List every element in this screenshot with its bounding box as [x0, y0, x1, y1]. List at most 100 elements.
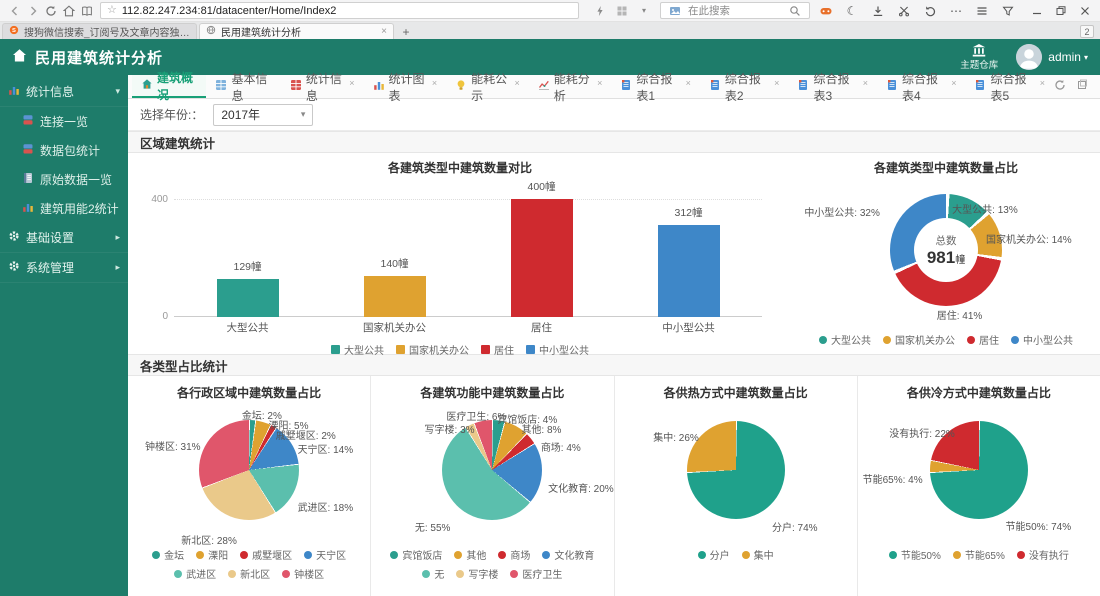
year-select[interactable]: 2017年 ▾ [213, 104, 313, 126]
refresh-icon[interactable] [1054, 79, 1066, 94]
tab-close-icon[interactable]: × [863, 78, 868, 88]
tab-close-icon[interactable]: × [1040, 78, 1045, 88]
legend-item[interactable]: 无 [422, 566, 444, 581]
browser-search-box[interactable]: 在此搜索 [660, 2, 810, 19]
pie-graphic[interactable] [687, 421, 785, 519]
tab-基本信息[interactable]: 基本信息 [206, 75, 280, 98]
building-type-bar-chart[interactable]: 各建筑类型中建筑数量对比 400 0129幢 140幢 400幢 312幢 大型… [128, 153, 792, 354]
legend-item[interactable]: 居住 [967, 332, 999, 347]
address-bar[interactable]: ☆ 112.82.247.234:81/datacenter/Home/Inde… [100, 2, 579, 19]
legend-item[interactable]: 金坛 [152, 547, 184, 562]
heating-pie-chart[interactable]: 各供热方式中建筑数量占比分户: 74%集中: 26% 分户 集中 [615, 376, 858, 596]
theme-repo-button[interactable]: 主题仓库 [960, 43, 998, 72]
new-tab-button[interactable]: + [396, 24, 416, 39]
legend-item[interactable]: 节能50% [889, 547, 941, 562]
bar-中小型公共[interactable] [658, 225, 720, 317]
user-menu[interactable]: admin ▾ [1048, 50, 1088, 64]
menu-icon[interactable] [973, 2, 991, 20]
tab-close-icon[interactable]: × [686, 78, 691, 88]
sidebar-item-统计信息[interactable]: 统计信息 ▾ [0, 77, 128, 107]
legend-item[interactable]: 医疗卫生 [510, 566, 562, 581]
legend-item[interactable]: 其他 [454, 547, 486, 562]
tab-建筑概况[interactable]: 建筑概况 [132, 75, 206, 98]
tab-综合报表2[interactable]: 综合报表2× [700, 75, 789, 98]
tab-能耗分析[interactable]: 能耗分析× [529, 75, 612, 98]
legend-item[interactable]: 武进区 [174, 566, 216, 581]
restore-button[interactable] [1052, 2, 1070, 20]
sidebar-item-数据包统计[interactable]: 数据包统计 [0, 136, 128, 165]
tab-综合报表3[interactable]: 综合报表3× [788, 75, 877, 98]
sidebar-item-连接一览[interactable]: 连接一览 [0, 107, 128, 136]
close-button[interactable] [1076, 2, 1094, 20]
sidebar-item-基础设置[interactable]: 基础设置 ▸ [0, 223, 128, 253]
undo-icon[interactable] [921, 2, 939, 20]
legend-item[interactable]: 居住 [481, 342, 514, 357]
reading-list-icon[interactable] [78, 2, 96, 20]
legend-item[interactable]: 大型公共 [331, 342, 384, 357]
tab-close-icon[interactable]: × [381, 26, 387, 37]
legend-item[interactable]: 钟楼区 [282, 566, 324, 581]
tab-统计信息[interactable]: 统计信息× [281, 75, 364, 98]
back-icon[interactable] [6, 2, 24, 20]
tab-综合报表1[interactable]: 综合报表1× [611, 75, 700, 98]
app-home-icon[interactable] [12, 48, 27, 66]
minimize-button[interactable] [1028, 2, 1046, 20]
bar-大型公共[interactable] [217, 279, 279, 317]
compat-icon[interactable] [613, 2, 631, 20]
legend-item[interactable]: 节能65% [953, 547, 1005, 562]
sidebar-item-系统管理[interactable]: 系统管理 ▸ [0, 253, 128, 283]
search-icon[interactable] [786, 2, 804, 20]
tab-综合报表4[interactable]: 综合报表4× [877, 75, 966, 98]
cooling-pie-chart[interactable]: 各供冷方式中建筑数量占比节能50%: 74%节能65%: 4%没有执行: 22%… [858, 376, 1100, 596]
legend-item[interactable]: 新北区 [228, 566, 270, 581]
sidebar-item-原始数据一览[interactable]: 原始数据一览 [0, 165, 128, 194]
home-icon[interactable] [60, 2, 78, 20]
bookmark-star-icon[interactable]: ☆ [107, 5, 117, 16]
legend-item[interactable]: 国家机关办公 [396, 342, 469, 357]
browser-tab[interactable]: S 搜狗微信搜索_订阅号及文章内容独家... [2, 23, 197, 39]
user-avatar[interactable] [1016, 44, 1042, 70]
chevron-down-icon[interactable]: ▾ [635, 2, 653, 20]
legend-item[interactable]: 中小型公共 [526, 342, 589, 357]
tab-close-icon[interactable]: × [432, 78, 437, 88]
sidebar-counter-badge[interactable]: 2 [1080, 25, 1094, 38]
forward-icon[interactable] [24, 2, 42, 20]
tab-close-icon[interactable]: × [774, 78, 779, 88]
fullscreen-icon[interactable] [1076, 79, 1088, 94]
tab-能耗公示[interactable]: 能耗公示× [446, 75, 529, 98]
tab-close-icon[interactable]: × [597, 78, 602, 88]
legend-item[interactable]: 分户 [698, 547, 730, 562]
legend-item[interactable]: 中小型公共 [1011, 332, 1073, 347]
tab-close-icon[interactable]: × [349, 78, 354, 88]
tab-close-icon[interactable]: × [515, 78, 520, 88]
legend-item[interactable]: 文化教育 [542, 547, 594, 562]
legend-item[interactable]: 没有执行 [1017, 547, 1069, 562]
tab-综合报表5[interactable]: 综合报表5× [965, 75, 1054, 98]
legend-item[interactable]: 大型公共 [819, 332, 871, 347]
screenshot-icon[interactable] [895, 2, 913, 20]
region-pie-chart[interactable]: 各行政区域中建筑数量占比金坛: 2%溧阳: 5%戚墅堰区: 2%天宁区: 14%… [128, 376, 371, 596]
legend-item[interactable]: 商场 [498, 547, 530, 562]
legend-item[interactable]: 戚墅堰区 [240, 547, 292, 562]
tab-统计图表[interactable]: 统计图表× [364, 75, 447, 98]
refresh-icon[interactable] [42, 2, 60, 20]
sidebar-item-建筑用能2统计[interactable]: 建筑用能2统计 [0, 194, 128, 223]
image-search-icon[interactable] [666, 2, 684, 20]
function-pie-chart[interactable]: 各建筑功能中建筑数量占比宾馆饭店: 4%其他: 8%商场: 4%文化教育: 20… [371, 376, 614, 596]
legend-item[interactable]: 宾馆饭店 [390, 547, 442, 562]
bar-居住[interactable] [511, 199, 573, 317]
legend-item[interactable]: 天宁区 [304, 547, 346, 562]
download-icon[interactable] [869, 2, 887, 20]
collect-icon[interactable] [999, 2, 1017, 20]
legend-item[interactable]: 国家机关办公 [883, 332, 955, 347]
legend-item[interactable]: 集中 [742, 547, 774, 562]
legend-item[interactable]: 写字楼 [456, 566, 498, 581]
night-mode-icon[interactable]: ☾ [843, 2, 861, 20]
browser-tab[interactable]: 民用建筑统计分析× [199, 23, 394, 39]
flash-icon[interactable] [591, 2, 609, 20]
building-type-donut-chart[interactable]: 各建筑类型中建筑数量占比总数 981幢大型公共: 13%国家机关办公: 14%居… [792, 153, 1100, 354]
tab-close-icon[interactable]: × [951, 78, 956, 88]
game-icon[interactable] [817, 2, 835, 20]
legend-item[interactable]: 溧阳 [196, 547, 228, 562]
bar-国家机关办公[interactable] [364, 276, 426, 317]
